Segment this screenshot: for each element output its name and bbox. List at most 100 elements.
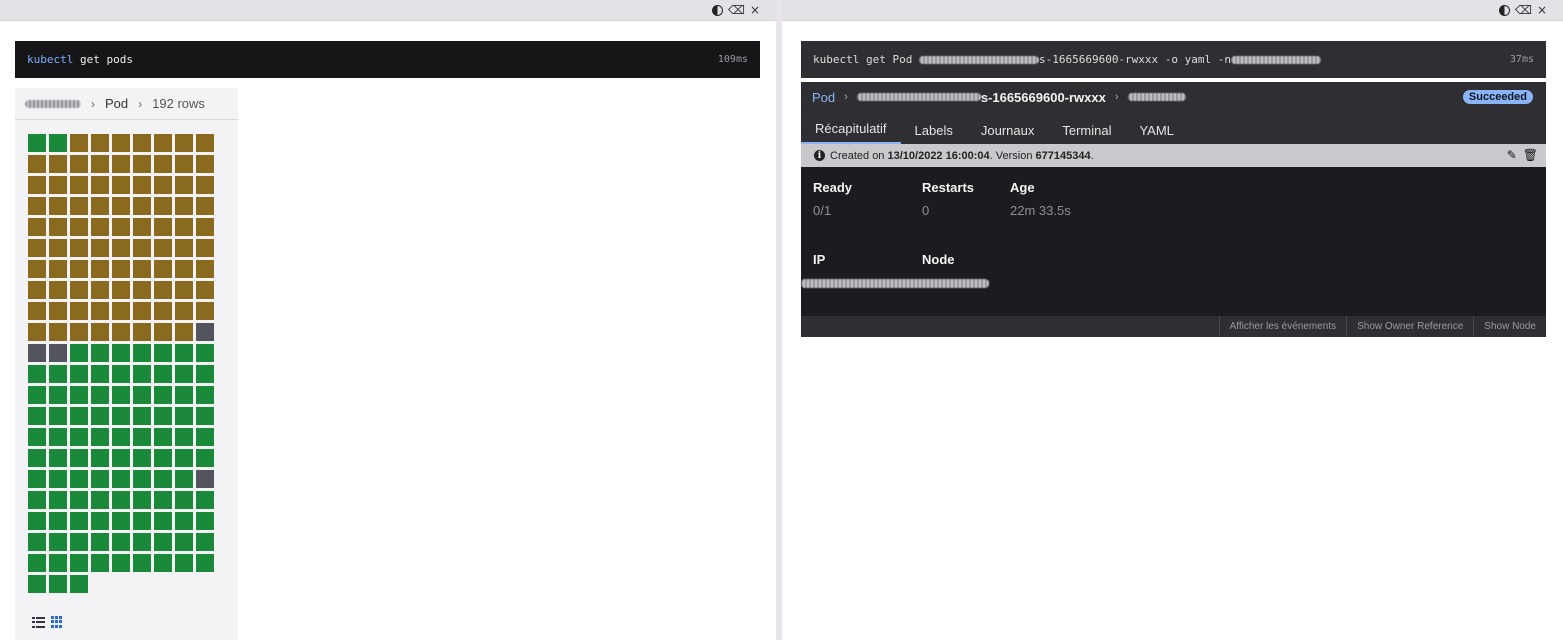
pod-cell[interactable]	[196, 134, 214, 152]
pod-cell[interactable]	[28, 176, 46, 194]
pod-cell[interactable]	[49, 260, 67, 278]
pod-cell[interactable]	[133, 155, 151, 173]
pod-cell[interactable]	[91, 176, 109, 194]
pod-cell[interactable]	[175, 218, 193, 236]
pod-cell[interactable]	[133, 197, 151, 215]
pod-cell[interactable]	[70, 365, 88, 383]
pod-cell[interactable]	[196, 533, 214, 551]
pod-cell[interactable]	[49, 218, 67, 236]
pod-cell[interactable]	[196, 239, 214, 257]
pod-cell[interactable]	[112, 323, 130, 341]
pod-cell[interactable]	[112, 302, 130, 320]
pod-cell[interactable]	[112, 218, 130, 236]
pod-cell[interactable]	[70, 281, 88, 299]
pod-cell[interactable]	[91, 155, 109, 173]
pod-cell[interactable]	[175, 281, 193, 299]
pod-cell[interactable]	[91, 428, 109, 446]
tab-terminal[interactable]: Terminal	[1048, 112, 1125, 144]
pod-cell[interactable]	[112, 176, 130, 194]
pod-cell[interactable]	[49, 491, 67, 509]
pod-cell[interactable]	[91, 407, 109, 425]
pod-cell[interactable]	[49, 407, 67, 425]
pod-cell[interactable]	[154, 302, 172, 320]
pod-cell[interactable]	[196, 155, 214, 173]
pod-cell[interactable]	[28, 281, 46, 299]
pod-cell[interactable]	[196, 344, 214, 362]
pod-cell[interactable]	[28, 323, 46, 341]
pod-cell[interactable]	[175, 512, 193, 530]
pod-cell[interactable]	[133, 407, 151, 425]
pod-cell[interactable]	[28, 386, 46, 404]
pod-cell[interactable]	[133, 554, 151, 572]
pod-cell[interactable]	[112, 470, 130, 488]
pod-cell[interactable]	[175, 470, 193, 488]
pod-cell[interactable]	[133, 281, 151, 299]
pod-cell[interactable]	[154, 281, 172, 299]
pod-cell[interactable]	[28, 260, 46, 278]
pod-cell[interactable]	[154, 407, 172, 425]
pod-cell[interactable]	[112, 449, 130, 467]
pod-cell[interactable]	[91, 512, 109, 530]
contrast-icon[interactable]	[711, 4, 723, 16]
trash-icon[interactable]: 🗑	[1523, 148, 1538, 162]
pod-cell[interactable]	[91, 218, 109, 236]
pod-cell[interactable]	[28, 533, 46, 551]
pod-cell[interactable]	[196, 449, 214, 467]
pod-cell[interactable]	[112, 281, 130, 299]
pod-cell[interactable]	[28, 197, 46, 215]
pod-cell[interactable]	[112, 239, 130, 257]
pod-cell[interactable]	[112, 491, 130, 509]
pod-cell[interactable]	[70, 407, 88, 425]
pod-cell[interactable]	[28, 554, 46, 572]
grid-view-icon[interactable]	[51, 616, 63, 628]
pod-cell[interactable]	[70, 512, 88, 530]
pod-cell[interactable]	[175, 260, 193, 278]
pod-cell[interactable]	[28, 218, 46, 236]
pod-cell[interactable]	[28, 470, 46, 488]
pod-cell[interactable]	[28, 302, 46, 320]
pod-cell[interactable]	[154, 197, 172, 215]
pod-cell[interactable]	[196, 302, 214, 320]
pod-cell[interactable]	[112, 197, 130, 215]
tab-journaux[interactable]: Journaux	[967, 112, 1048, 144]
breadcrumb-resource-link[interactable]: Pod	[812, 90, 835, 105]
pod-cell[interactable]	[175, 323, 193, 341]
pod-cell[interactable]	[154, 491, 172, 509]
pod-cell[interactable]	[112, 344, 130, 362]
pod-cell[interactable]	[28, 512, 46, 530]
pod-cell[interactable]	[196, 512, 214, 530]
pod-cell[interactable]	[196, 386, 214, 404]
pod-cell[interactable]	[175, 407, 193, 425]
pod-cell[interactable]	[175, 197, 193, 215]
pod-cell[interactable]	[70, 449, 88, 467]
pod-cell[interactable]	[175, 386, 193, 404]
pod-cell[interactable]	[154, 533, 172, 551]
pod-cell[interactable]	[49, 575, 67, 593]
pod-cell[interactable]	[133, 512, 151, 530]
pod-cell[interactable]	[196, 323, 214, 341]
pod-cell[interactable]	[112, 260, 130, 278]
pod-cell[interactable]	[70, 323, 88, 341]
pod-cell[interactable]	[28, 491, 46, 509]
namespace-redacted[interactable]	[1127, 93, 1186, 101]
pod-cell[interactable]	[28, 449, 46, 467]
pod-cell[interactable]	[28, 344, 46, 362]
tab-recapitulatif[interactable]: Récapitulatif	[801, 112, 901, 144]
pod-cell[interactable]	[175, 239, 193, 257]
pod-cell[interactable]	[49, 449, 67, 467]
pod-cell[interactable]	[91, 344, 109, 362]
pod-cell[interactable]	[175, 134, 193, 152]
pod-cell[interactable]	[49, 302, 67, 320]
pod-cell[interactable]	[91, 449, 109, 467]
pod-cell[interactable]	[112, 365, 130, 383]
pod-cell[interactable]	[49, 281, 67, 299]
pod-cell[interactable]	[70, 491, 88, 509]
pod-cell[interactable]	[28, 134, 46, 152]
pod-cell[interactable]	[133, 491, 151, 509]
pod-cell[interactable]	[49, 176, 67, 194]
pod-cell[interactable]	[133, 365, 151, 383]
pod-cell[interactable]	[175, 302, 193, 320]
pod-cell[interactable]	[70, 344, 88, 362]
pod-cell[interactable]	[154, 512, 172, 530]
show-node-button[interactable]: Show Node	[1473, 316, 1546, 337]
